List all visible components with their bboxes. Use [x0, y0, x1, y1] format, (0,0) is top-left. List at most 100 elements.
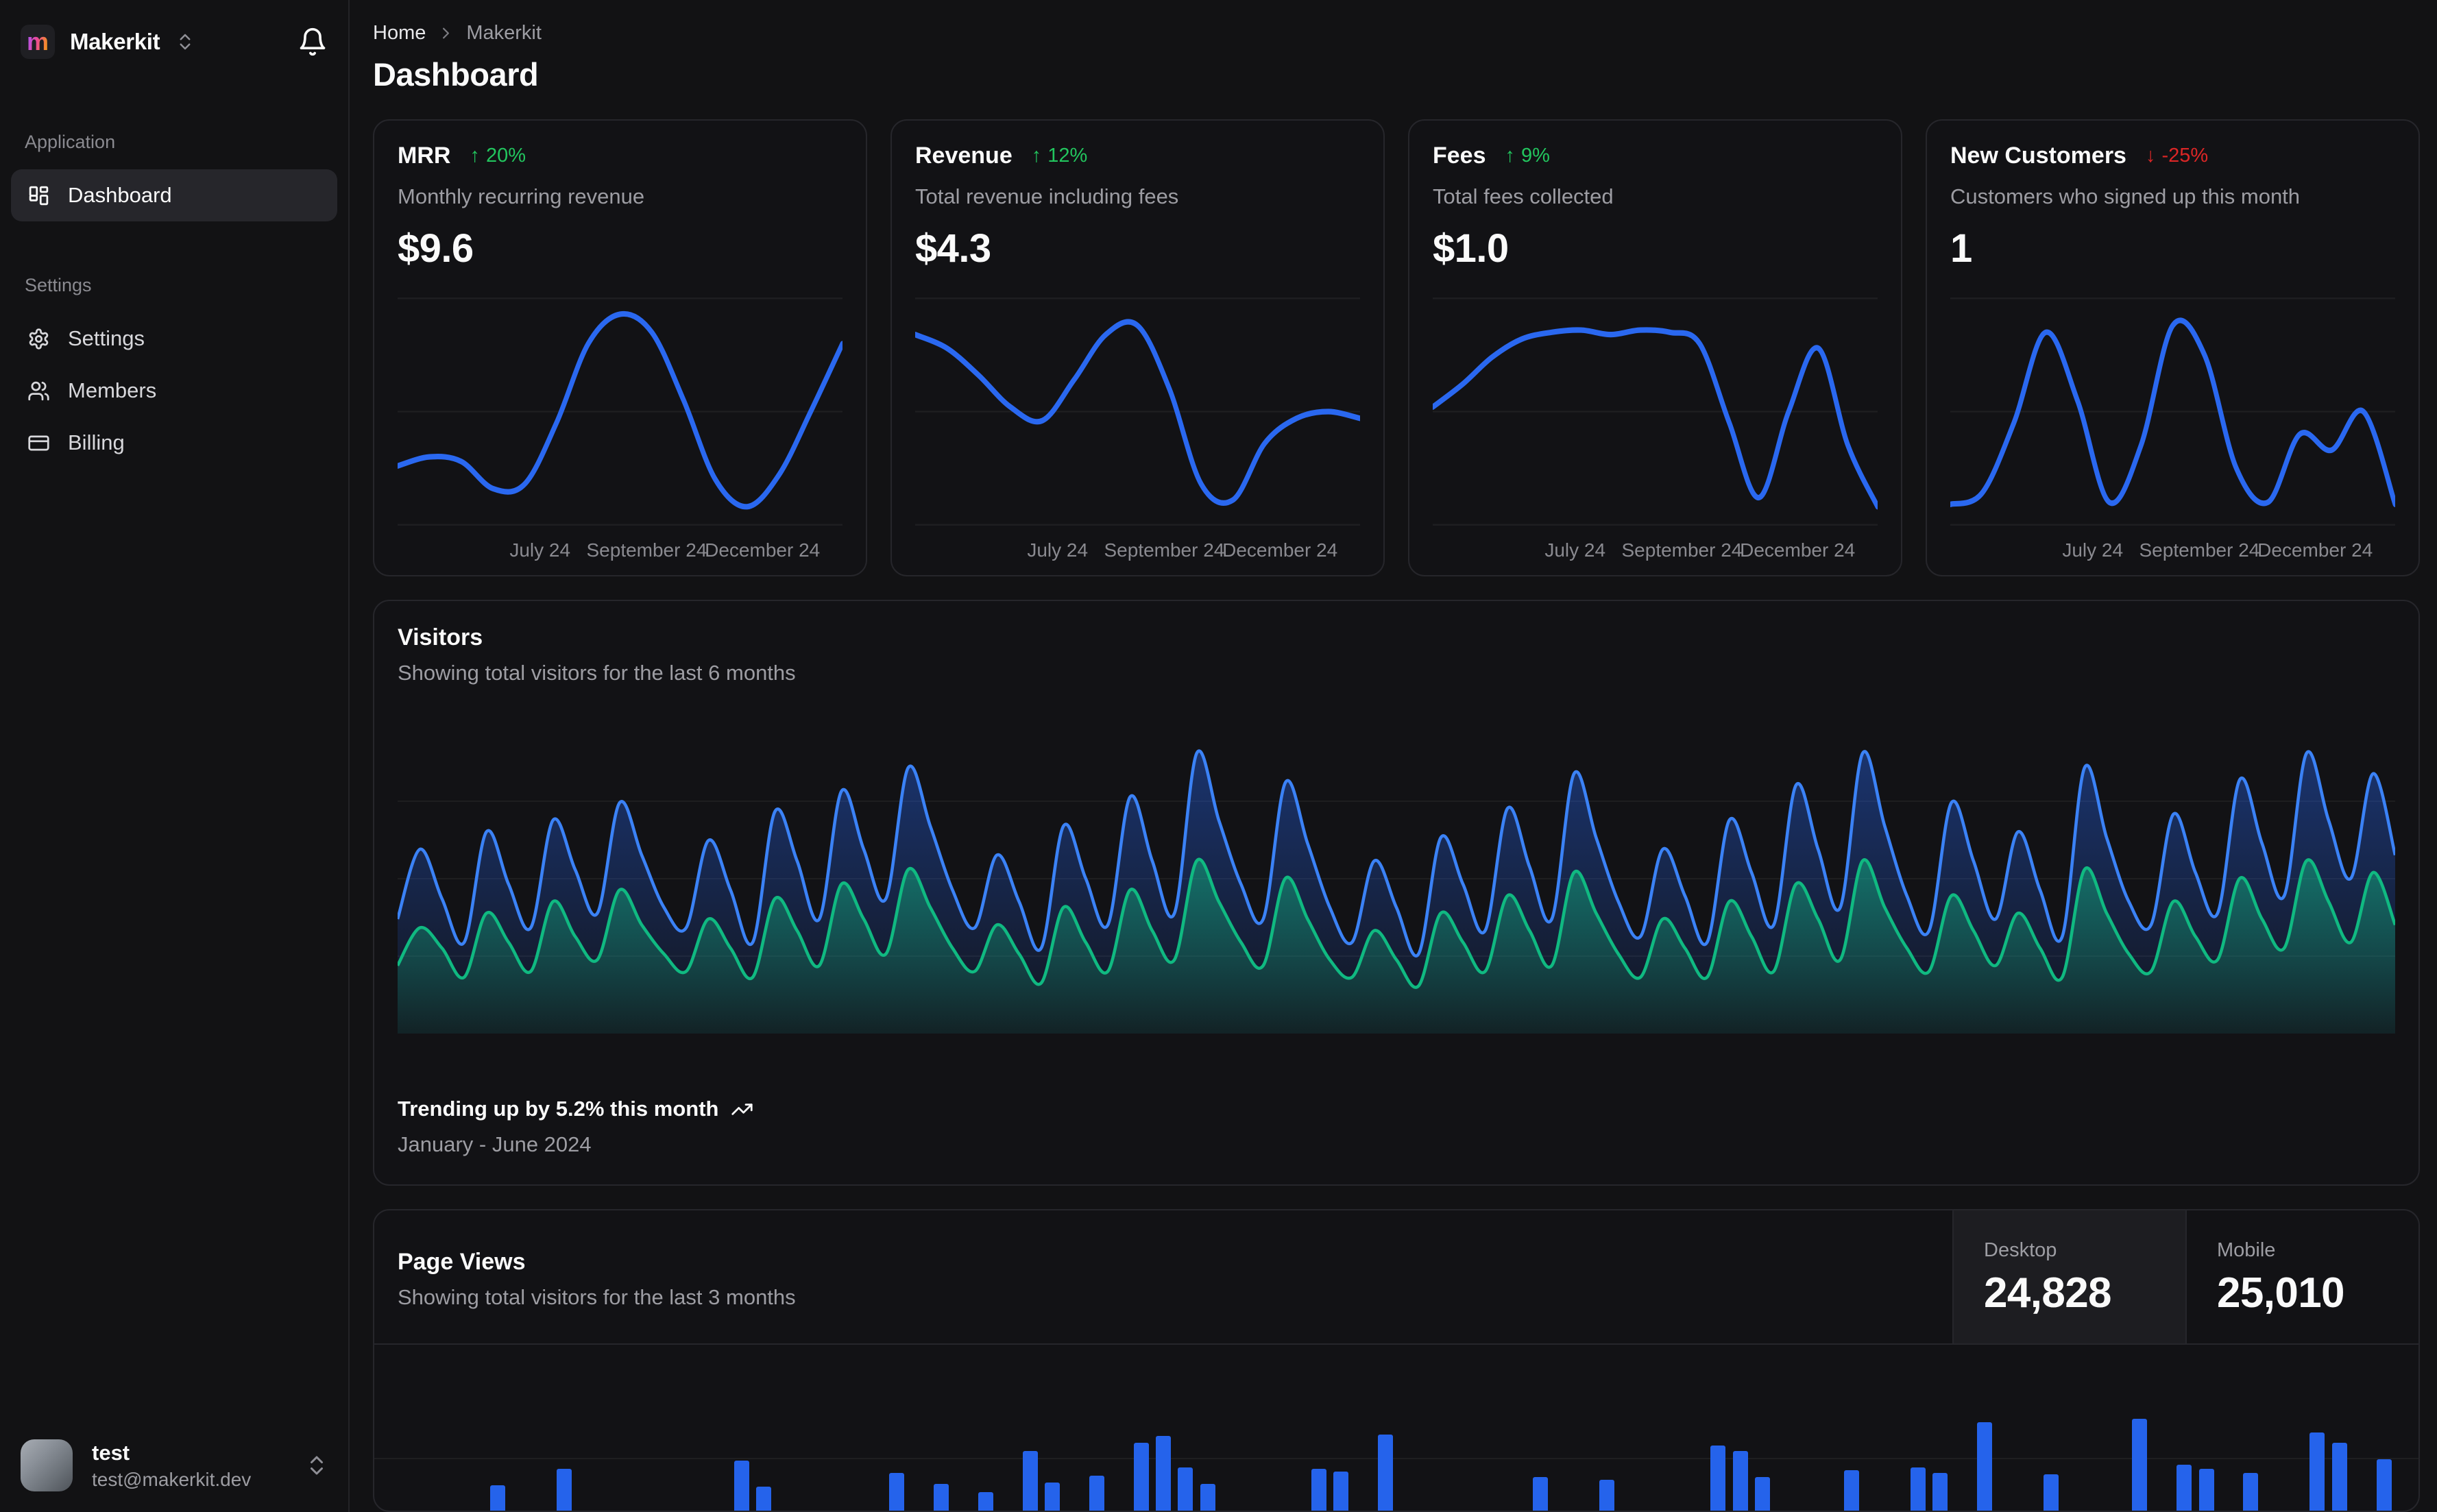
sidebar-item-billing[interactable]: Billing	[11, 417, 337, 469]
page-views-subtitle: Showing total visitors for the last 3 mo…	[398, 1285, 796, 1309]
bar	[1200, 1484, 1215, 1511]
bar-slot	[2151, 1345, 2173, 1511]
bar-slot	[997, 1345, 1019, 1511]
stat-value: 1	[1950, 226, 1972, 271]
bar-slot	[1818, 1345, 1840, 1511]
bar	[556, 1469, 572, 1511]
bar	[1377, 1435, 1393, 1511]
bar	[1932, 1473, 1948, 1511]
bar	[1045, 1483, 1060, 1511]
bar-slot	[442, 1345, 464, 1511]
stat-description: Total revenue including fees	[915, 184, 1179, 208]
sidebar: m Makerkit Application Dashboard Setting…	[0, 0, 350, 1512]
sidebar-item-members[interactable]: Members	[11, 365, 337, 417]
section-label: Application	[25, 132, 116, 152]
sidebar-item-label: Settings	[68, 326, 145, 350]
bar-slot	[1219, 1345, 1241, 1511]
bar-slot	[620, 1345, 642, 1511]
breadcrumb: Home Makerkit	[373, 22, 2420, 45]
sidebar-section-settings: Settings Settings Members Billing	[0, 275, 348, 469]
notifications-bell-icon[interactable]	[298, 27, 328, 57]
breadcrumb-home-link[interactable]: Home	[373, 22, 426, 45]
stat-title: New Customers	[1950, 143, 2126, 169]
bar	[1755, 1477, 1771, 1511]
bar-slot	[2373, 1345, 2394, 1511]
bar-slot	[1396, 1345, 1418, 1511]
bar-slot	[1529, 1345, 1551, 1511]
bar-slot	[642, 1345, 664, 1511]
bar	[489, 1485, 505, 1511]
bar	[756, 1487, 772, 1511]
user-menu[interactable]: test test@makerkit.dev	[0, 1422, 348, 1512]
avatar	[21, 1439, 73, 1491]
sparkline-chart	[1433, 292, 1878, 531]
settings-gear-icon	[29, 328, 49, 350]
sparkline-chart	[398, 292, 842, 531]
bar-slot	[575, 1345, 597, 1511]
stat-description: Total fees collected	[1433, 184, 1614, 208]
bar-slot	[2173, 1345, 2195, 1511]
sidebar-item-label: Dashboard	[68, 183, 172, 207]
bar-slot	[2218, 1345, 2240, 1511]
workspace-selector[interactable]: m Makerkit	[0, 0, 348, 84]
bar-slot	[597, 1345, 619, 1511]
stat-value: $1.0	[1433, 226, 1509, 271]
bar-slot	[1707, 1345, 1729, 1511]
tab-mobile[interactable]: Mobile 25,010	[2185, 1210, 2418, 1343]
bar-slot	[842, 1345, 864, 1511]
bar-slot	[553, 1345, 575, 1511]
bar-slot	[952, 1345, 974, 1511]
bar	[1333, 1472, 1348, 1511]
desktop-total: 24,828	[1984, 1269, 2112, 1317]
bar	[733, 1461, 749, 1511]
bar-slot	[1441, 1345, 1463, 1511]
stat-value: $4.3	[915, 226, 991, 271]
bar-slot	[731, 1345, 753, 1511]
bar-slot	[1108, 1345, 1130, 1511]
bar-slot	[1507, 1345, 1529, 1511]
chevrons-up-down-icon	[304, 1453, 329, 1478]
bar-slot	[1152, 1345, 1174, 1511]
bar-slot	[2284, 1345, 2306, 1511]
bar-slot	[1730, 1345, 1751, 1511]
breadcrumb-current[interactable]: Makerkit	[466, 22, 542, 45]
sidebar-item-dashboard[interactable]: Dashboard	[11, 169, 337, 221]
trend-badge: ↑ 20%	[470, 145, 526, 167]
main-content: Home Makerkit Dashboard MRR ↑ 20% Monthl…	[350, 0, 2437, 1512]
bar-slot	[1263, 1345, 1285, 1511]
bar-slot	[487, 1345, 509, 1511]
stat-title: Fees	[1433, 143, 1486, 169]
sparkline-chart	[915, 292, 1360, 531]
bar-slot	[1840, 1345, 1862, 1511]
trending-up-icon	[731, 1103, 753, 1115]
stat-description: Customers who signed up this month	[1950, 184, 2301, 208]
sidebar-item-settings[interactable]: Settings	[11, 313, 337, 365]
bar	[889, 1473, 905, 1511]
bar-slot	[2107, 1345, 2129, 1511]
section-label: Settings	[25, 275, 92, 295]
bar-slot	[930, 1345, 952, 1511]
bar-slot	[1285, 1345, 1307, 1511]
bar	[1133, 1443, 1149, 1511]
x-axis: July 24 September 24 December 24	[1027, 539, 1338, 561]
bar-slot	[1685, 1345, 1707, 1511]
bar-slot	[975, 1345, 997, 1511]
stat-card-fees: Fees ↑ 9% Total fees collected $1.0 July…	[1408, 119, 1902, 576]
stat-value: $9.6	[398, 226, 474, 271]
bar-slot	[819, 1345, 841, 1511]
visitors-area-chart	[398, 724, 2395, 1034]
arrow-up-icon: ↑	[470, 145, 480, 167]
makerkit-logo: m	[21, 25, 55, 59]
bar-slot	[1307, 1345, 1329, 1511]
bar	[934, 1484, 949, 1511]
arrow-up-icon: ↑	[1505, 145, 1516, 167]
stat-title: Revenue	[915, 143, 1013, 169]
visitors-subtitle: Showing total visitors for the last 6 mo…	[398, 661, 796, 685]
bar-slot	[1352, 1345, 1374, 1511]
tab-desktop[interactable]: Desktop 24,828	[1952, 1210, 2185, 1343]
credit-card-icon	[28, 435, 49, 450]
bar	[1843, 1470, 1859, 1511]
bar-slot	[2129, 1345, 2150, 1511]
bar-slot	[1574, 1345, 1596, 1511]
bar-slot	[1130, 1345, 1152, 1511]
